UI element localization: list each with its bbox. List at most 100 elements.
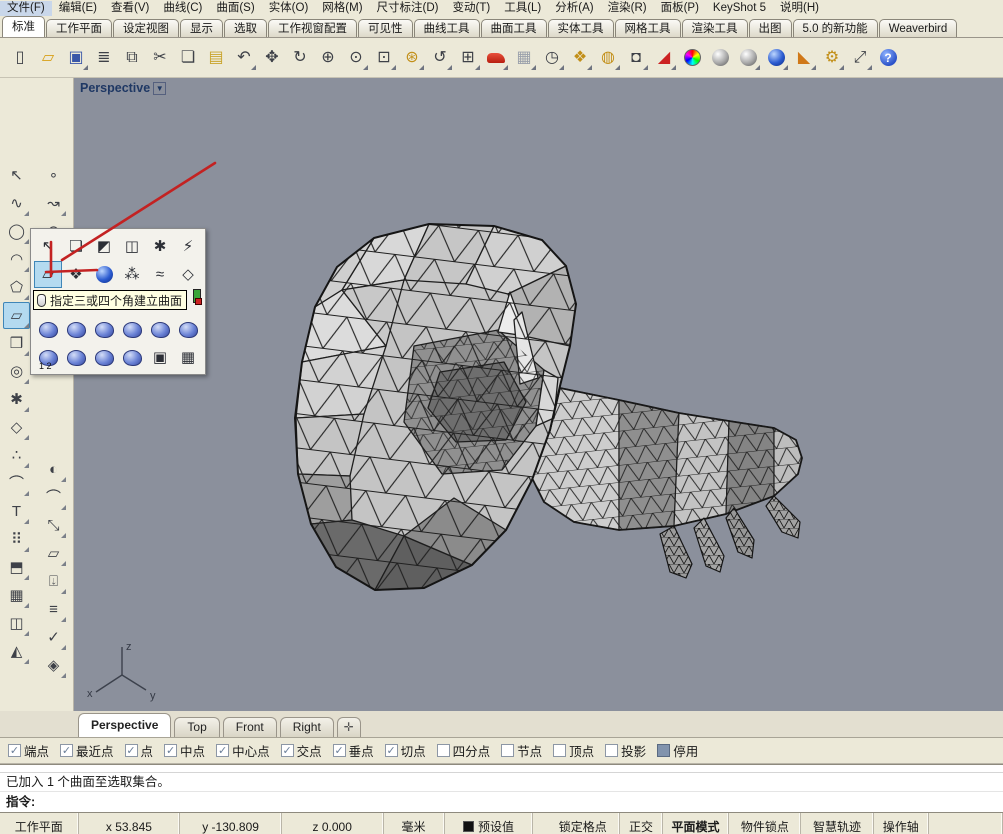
toolbar-tab[interactable]: 设定视图 [113,19,179,37]
curve-point-button[interactable]: ⌒ [3,470,30,497]
spray-button[interactable]: ⁂ [118,261,146,288]
toolbar-tab[interactable]: 渲染工具 [682,19,748,37]
loft-button[interactable] [34,316,62,343]
box-button[interactable]: ❒ [3,330,30,357]
status-cell[interactable]: 平面模式 [663,813,730,834]
surface-vertical-button[interactable]: ◫ [118,233,146,260]
checkbox[interactable] [60,744,73,757]
osnap-toggle[interactable]: 节点 [501,741,542,760]
drape-button[interactable] [118,344,146,371]
render-button[interactable] [763,45,789,71]
circle-toggle-button[interactable]: ◐ [40,456,67,483]
check-button[interactable]: ✓ [40,624,67,651]
palette-plugin-button[interactable]: ✱ [146,233,174,260]
menu-item[interactable]: 说明(H) [773,1,826,16]
sphere-surface-button[interactable] [90,261,118,288]
viewport-tab[interactable]: Front [223,717,277,737]
surface-blob3-button[interactable] [90,316,118,343]
disable-checkbox[interactable] [657,744,670,757]
surface-3planes-button[interactable]: ◩ [90,233,118,260]
menu-item[interactable]: 尺寸标注(D) [370,1,446,16]
move-grid-button[interactable]: ▦ [511,45,537,71]
checkbox[interactable] [281,744,294,757]
status-cell[interactable]: 工作平面 [0,813,79,834]
edge-surface-button[interactable]: ◇ [174,261,202,288]
menu-item[interactable]: KeyShot 5 [706,1,773,16]
status-cell[interactable]: 物件锁点 [729,813,801,834]
light-button[interactable]: ◍ [595,45,621,71]
palette-pointer-button[interactable]: ↖ [34,233,62,260]
undo-view-button[interactable]: ↺ [427,45,453,71]
menu-item[interactable]: 曲线(C) [156,1,209,16]
menu-item[interactable]: 编辑(E) [52,1,104,16]
status-cell[interactable]: 正交 [620,813,663,834]
osnap-toggle[interactable]: 顶点 [553,741,594,760]
status-cell[interactable]: x 53.845 [79,813,181,834]
viewport-dropdown-icon[interactable]: ▼ [153,82,166,95]
viewport-title[interactable]: Perspective ▼ [80,81,166,95]
status-cell[interactable]: 毫米 [384,813,445,834]
menu-item[interactable]: 渲染(R) [601,1,654,16]
layer-button[interactable]: ◢ [651,45,677,71]
osnap-toggle[interactable]: 四分点 [437,741,491,760]
menu-item[interactable]: 实体(O) [262,1,316,16]
pan-view-button[interactable]: ✥ [259,45,285,71]
revolve-button[interactable] [62,344,90,371]
extrude-button[interactable]: ⍗ [40,568,67,595]
color-wheel-button[interactable] [679,45,705,71]
open-file-button[interactable]: ▱ [35,45,61,71]
render-settings-button[interactable]: ◣ [791,45,817,71]
checkbox[interactable] [8,744,21,757]
checkbox[interactable] [553,744,566,757]
rail-revolve-button[interactable] [90,344,118,371]
cut-button[interactable]: ✂ [147,45,173,71]
toolbar-tab[interactable]: 实体工具 [548,19,614,37]
osnap-toggle[interactable]: 端点 [8,741,49,760]
status-cell[interactable]: 锁定格点 [546,813,620,834]
boolean-union-button[interactable]: ⬒ [3,554,30,581]
menu-item[interactable]: 变动(T) [446,1,498,16]
cone-surface-button[interactable] [118,316,146,343]
toolbar-tab[interactable]: Weaverbird [879,19,958,37]
menu-item[interactable]: 曲面(S) [209,1,261,16]
control-points-surface-button[interactable]: ❏ [62,233,90,260]
toolbar-tab[interactable]: 工作平面 [46,19,112,37]
viewport-tab[interactable]: Perspective [78,713,171,737]
heightfield-button[interactable]: ▦ [174,344,202,371]
scale-button[interactable]: ⤡ [40,512,67,539]
help-button[interactable]: ? [875,45,901,71]
toolbar-tab[interactable]: 显示 [180,19,223,37]
osnap-toggle[interactable]: 切点 [385,741,426,760]
checkbox[interactable] [333,744,346,757]
checkbox[interactable] [437,744,450,757]
color-button[interactable]: ∴ [3,442,30,469]
paste-button[interactable]: ▤ [203,45,229,71]
plane-button[interactable]: ◇ [3,414,30,441]
menu-item[interactable]: 面板(P) [654,1,706,16]
toolbar-tab[interactable]: 曲线工具 [414,19,480,37]
checkbox[interactable] [164,744,177,757]
torus-button[interactable]: ◎ [3,358,30,385]
osnap-disable-toggle[interactable]: 停用 [657,741,698,760]
osnap-toggle[interactable]: 点 [125,741,154,760]
save-button[interactable]: ▣ [63,45,89,71]
solid-tools-button[interactable]: ◭ [3,638,30,665]
polyline-button[interactable]: ∿ [3,190,30,217]
zoom-in-button[interactable]: ⊕ [315,45,341,71]
viewport-layout-button[interactable]: ⊞ [455,45,481,71]
blend-arc-button[interactable]: ⌒ [40,484,67,511]
ghosted-view-button[interactable] [735,45,761,71]
selection-filter-button[interactable]: ◈ [40,652,67,679]
copy-button[interactable]: ❏ [175,45,201,71]
surface-from-points-button[interactable]: ▱ [3,302,30,329]
toolbar-tab[interactable]: 可见性 [358,19,413,37]
menu-item[interactable]: 分析(A) [548,1,600,16]
osnap-toggle[interactable]: 中点 [164,741,205,760]
command-prompt[interactable]: 指令: [0,791,1003,812]
status-cell[interactable]: 操作轴 [874,813,929,834]
osnap-toggle[interactable]: 最近点 [60,741,114,760]
menu-item[interactable]: 文件(F) [0,1,52,16]
plugin-puzzle-button[interactable]: ✱ [3,386,30,413]
patch-blob-button[interactable] [174,316,202,343]
toolbar-tab[interactable]: 曲面工具 [481,19,547,37]
